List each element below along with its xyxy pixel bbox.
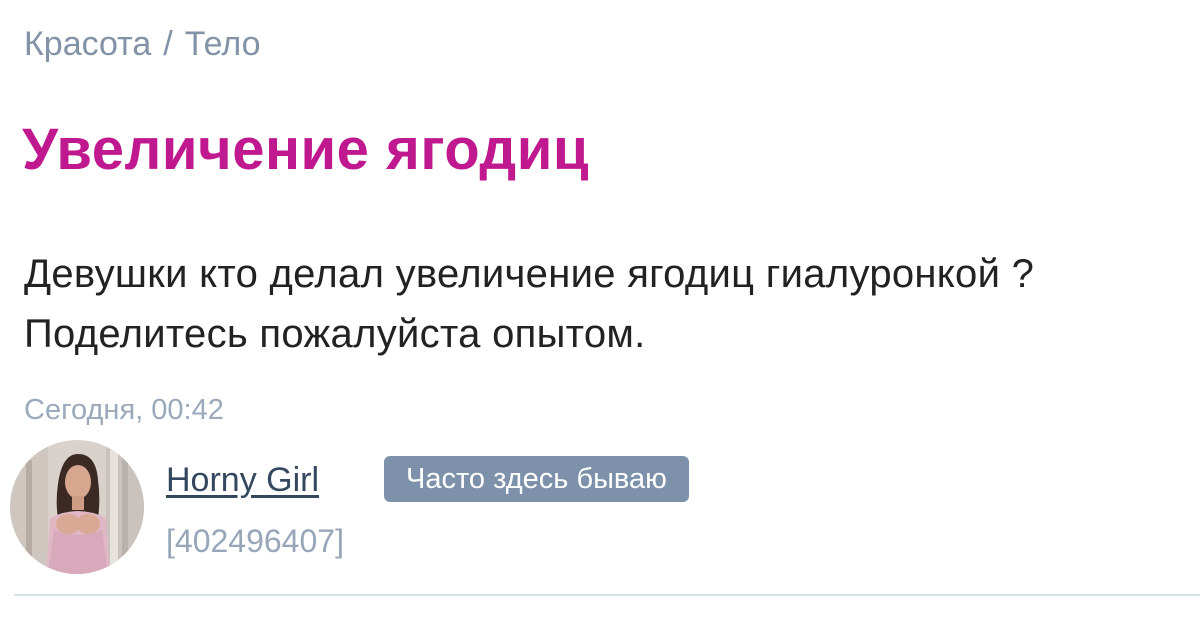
status-badge: Часто здесь бываю	[384, 456, 689, 502]
breadcrumb-item-beauty[interactable]: Красота	[24, 25, 151, 63]
breadcrumb-separator: /	[163, 25, 173, 63]
breadcrumb: Красота / Тело	[24, 22, 261, 66]
post-date: Сегодня, 00:42	[24, 394, 224, 426]
avatar-photo	[10, 440, 144, 574]
post-body: Девушки кто делал увеличение ягодиц гиал…	[24, 252, 1035, 356]
page-title: Увеличение ягодиц	[22, 117, 590, 182]
author-id: [402496407]	[166, 523, 344, 559]
divider	[14, 594, 1200, 596]
author-name-link[interactable]: Horny Girl	[166, 458, 319, 502]
avatar[interactable]	[10, 440, 144, 574]
breadcrumb-item-body[interactable]: Тело	[185, 25, 261, 63]
